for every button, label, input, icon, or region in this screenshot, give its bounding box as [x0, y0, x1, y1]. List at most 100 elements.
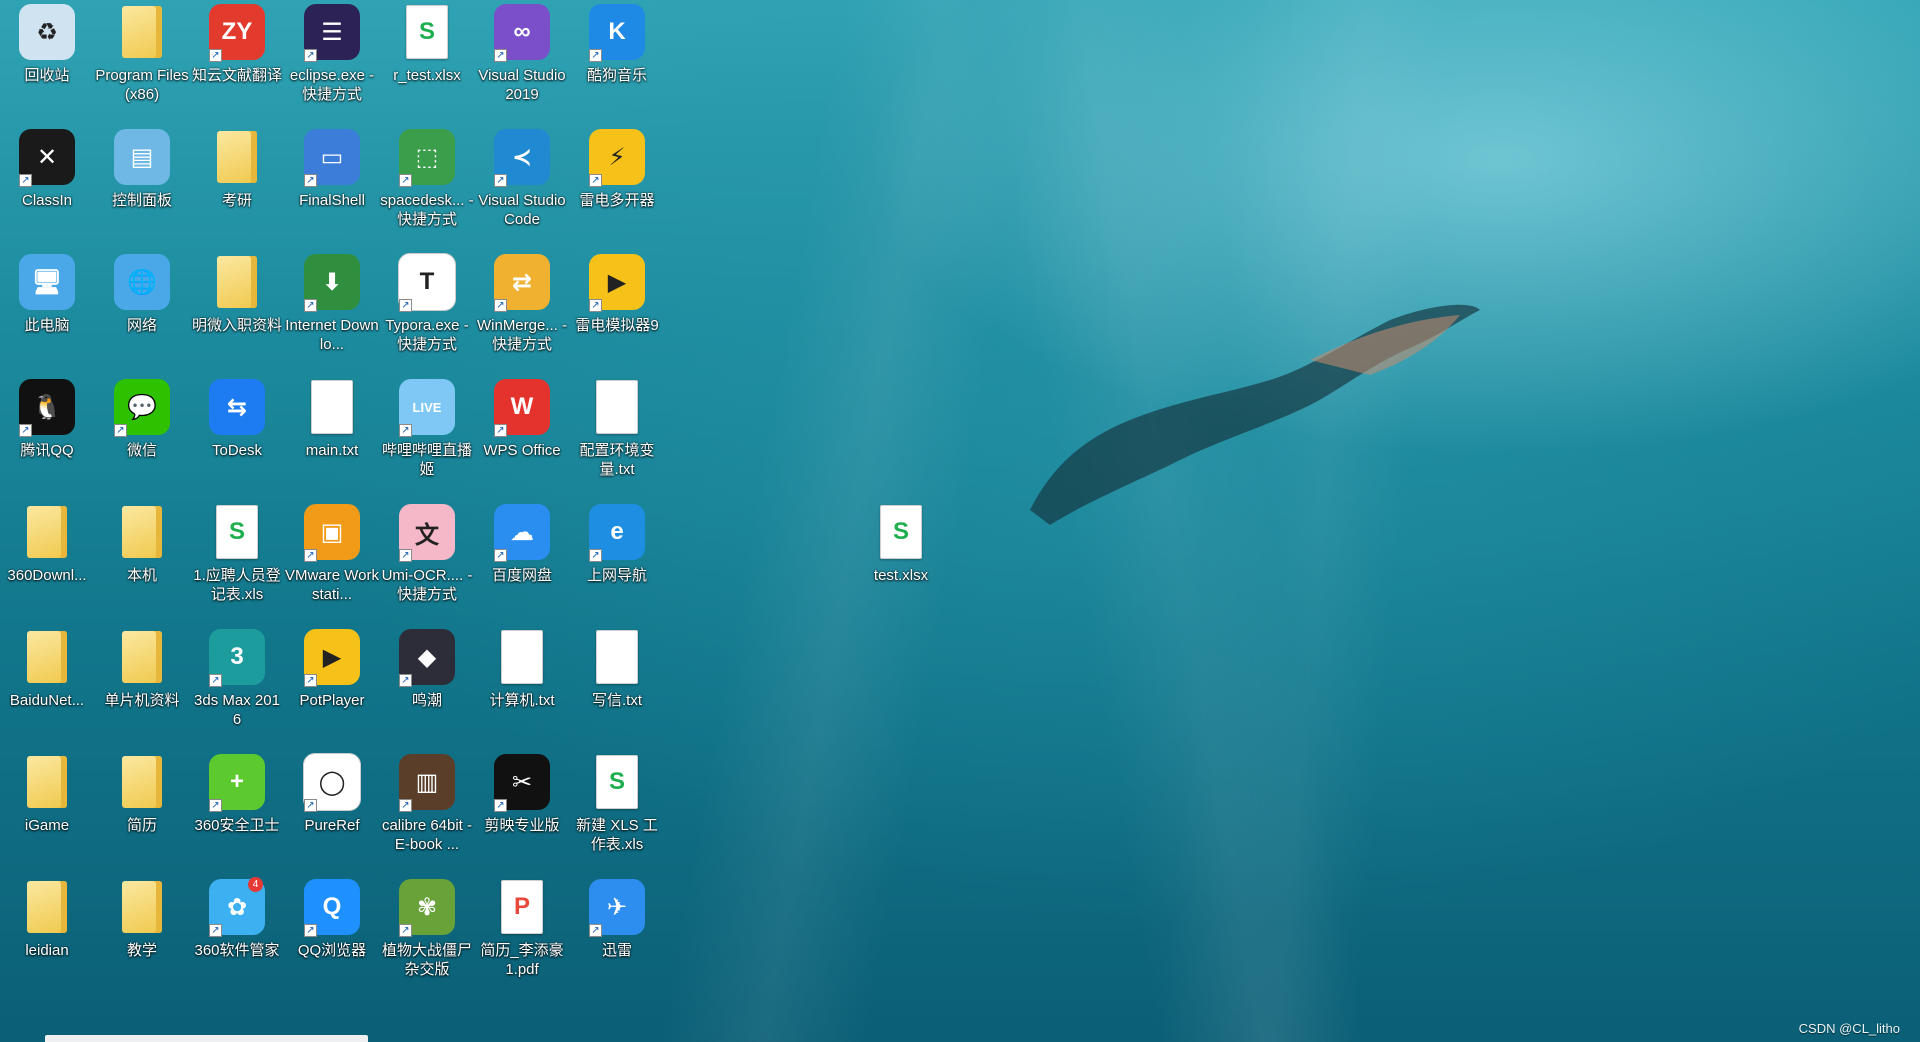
- desktop-icon-ld9[interactable]: ▶ ↗ 雷电模拟器9: [570, 250, 664, 370]
- desktop-icon-mingwei[interactable]: 明微入职资料: [190, 250, 284, 370]
- shortcut-arrow-icon: ↗: [399, 924, 412, 937]
- desktop-icon-control[interactable]: ▤ 控制面板: [95, 125, 189, 245]
- desktop-icon-spacedesk[interactable]: ⬚ ↗ spacedesk... - 快捷方式: [380, 125, 474, 245]
- desktop-icon-label: 回收站: [24, 67, 70, 84]
- wuthering-waves-icon: ◆ ↗: [397, 627, 457, 687]
- desktop-icon-jisuanji[interactable]: 计算机.txt: [475, 625, 569, 745]
- desktop-icon-s360[interactable]: + ↗ 360安全卫士: [190, 750, 284, 870]
- desktop-icon-label: 网络: [126, 317, 157, 334]
- desktop-icon-label: 计算机.txt: [489, 692, 555, 709]
- desktop-icon-jianli[interactable]: 简历: [95, 750, 189, 870]
- desktop-icon-newxls[interactable]: S 新建 XLS 工作表.xls: [570, 750, 664, 870]
- desktop-icon-progfiles[interactable]: Program Files (x86): [95, 0, 189, 120]
- spacedesk-icon: ⬚ ↗: [397, 127, 457, 187]
- shortcut-arrow-icon: ↗: [209, 49, 222, 62]
- desktop-icon-jiaoxue[interactable]: 教学: [95, 875, 189, 995]
- desktop-icon-vs2019[interactable]: ∞ ↗ Visual Studio 2019: [475, 0, 569, 120]
- desktop-icon-envtxt[interactable]: 配置环境变量.txt: [570, 375, 664, 495]
- qq-penguin-icon: 🐧 ↗: [17, 377, 77, 437]
- leidian-multi-icon: ⚡ ↗: [587, 127, 647, 187]
- desktop-icon-baidunet[interactable]: BaiduNet...: [0, 625, 94, 745]
- desktop-icon-qq[interactable]: 🐧 ↗ 腾讯QQ: [0, 375, 94, 495]
- desktop-icon-maintxt[interactable]: main.txt: [285, 375, 379, 495]
- desktop-icon-ldmulti[interactable]: ⚡ ↗ 雷电多开器: [570, 125, 664, 245]
- desktop-icon-dl360[interactable]: 360Downl...: [0, 500, 94, 620]
- shortcut-arrow-icon: ↗: [399, 674, 412, 687]
- desktop-icon-ie[interactable]: e ↗ 上网导航: [570, 500, 664, 620]
- folder-icon: [112, 752, 172, 812]
- desktop-icon-classin[interactable]: ✕ ↗ ClassIn: [0, 125, 94, 245]
- folder-icon: [17, 627, 77, 687]
- desktop-icon-label: 酷狗音乐: [586, 67, 647, 84]
- desktop-icon-mcu[interactable]: 单片机资料: [95, 625, 189, 745]
- network-icon: 🌐: [112, 252, 172, 312]
- desktop-icon-label: 腾讯QQ: [20, 442, 74, 459]
- desktop-icon-qqbrowser[interactable]: Q ↗ QQ浏览器: [285, 875, 379, 995]
- desktop-icon-kugou[interactable]: K ↗ 酷狗音乐: [570, 0, 664, 120]
- desktop-icon-todesk[interactable]: ⇆ ToDesk: [190, 375, 284, 495]
- desktop-icon-soft360[interactable]: ✿ 4 ↗ 360软件管家: [190, 875, 284, 995]
- desktop-icon-label: 植物大战僵尸杂交版: [381, 942, 472, 978]
- 360-safe-icon: + ↗: [207, 752, 267, 812]
- desktop-icon-pvz[interactable]: ✾ ↗ 植物大战僵尸杂交版: [380, 875, 474, 995]
- shortcut-arrow-icon: ↗: [304, 924, 317, 937]
- desktop-icon-leidian[interactable]: leidian: [0, 875, 94, 995]
- vmware-icon: ▣ ↗: [302, 502, 362, 562]
- desktop-icon-idm[interactable]: ⬇ ↗ Internet Downlo...: [285, 250, 379, 370]
- desktop-icon-mingchao[interactable]: ◆ ↗ 鸣潮: [380, 625, 474, 745]
- desktop-icon-vmware[interactable]: ▣ ↗ VMware Workstati...: [285, 500, 379, 620]
- desktop-icon-calibre[interactable]: ▥ ↗ calibre 64bit - E-book ...: [380, 750, 474, 870]
- desktop-icon-label: r_test.xlsx: [393, 67, 461, 84]
- desktop-icon-label: Program Files (x86): [95, 67, 189, 103]
- desktop-icon-typora[interactable]: T ↗ Typora.exe - 快捷方式: [380, 250, 474, 370]
- classin-icon: ✕ ↗: [17, 127, 77, 187]
- wallpaper-diver: [1030, 304, 1480, 525]
- desktop-icon-zhiyun[interactable]: ZY ↗ 知云文献翻译: [190, 0, 284, 120]
- desktop-icon-rtest[interactable]: Sr_test.xlsx: [380, 0, 474, 120]
- desktop-icon-pureref[interactable]: ◯ ↗ PureRef: [285, 750, 379, 870]
- desktop-icon-recruit[interactable]: S 1.应聘人员登记表.xls: [190, 500, 284, 620]
- shortcut-arrow-icon: ↗: [304, 549, 317, 562]
- desktop-icon-bilibili[interactable]: LIVE ↗ 哔哩哔哩直播姬: [380, 375, 474, 495]
- shortcut-arrow-icon: ↗: [399, 799, 412, 812]
- desktop-icon-jianying[interactable]: ✂ ↗ 剪映专业版: [475, 750, 569, 870]
- desktop-icon-potplayer[interactable]: ▶ ↗ PotPlayer: [285, 625, 379, 745]
- desktop-icon-label: ToDesk: [211, 442, 263, 459]
- taskbar-window-edge[interactable]: [45, 1035, 368, 1042]
- desktop-icon-finalshell[interactable]: ▭ ↗ FinalShell: [285, 125, 379, 245]
- desktop-icon-label: Typora.exe - 快捷方式: [385, 317, 469, 353]
- desktop-icon-wps[interactable]: W ↗ WPS Office: [475, 375, 569, 495]
- desktop-icon-eclipse[interactable]: ☰ ↗ eclipse.exe - 快捷方式: [285, 0, 379, 120]
- shortcut-arrow-icon: ↗: [494, 549, 507, 562]
- desktop-icon-vscode[interactable]: ≺ ↗ Visual Studio Code: [475, 125, 569, 245]
- zhiyun-icon: ZY ↗: [207, 2, 267, 62]
- desktop-icon-xunlei[interactable]: ✈ ↗ 迅雷: [570, 875, 664, 995]
- bilibili-live-icon: LIVE ↗: [397, 377, 457, 437]
- desktop-icon-benji[interactable]: 本机: [95, 500, 189, 620]
- desktop-icon-3dsmax[interactable]: 3 ↗ 3ds Max 2016: [190, 625, 284, 745]
- shortcut-arrow-icon: ↗: [589, 549, 602, 562]
- desktop-icon-testxlsx[interactable]: Stest.xlsx: [854, 500, 948, 620]
- desktop-icon-umiocr[interactable]: 文 ↗ Umi-OCR.... - 快捷方式: [380, 500, 474, 620]
- desktop-icon-wechat[interactable]: 💬 ↗ 微信: [95, 375, 189, 495]
- desktop-icon-label: 百度网盘: [491, 567, 552, 584]
- desktop-icon-thispc[interactable]: 🖥 此电脑: [0, 250, 94, 370]
- desktop-icon-label: 明微入职资料: [191, 317, 282, 334]
- xunlei-icon: ✈ ↗: [587, 877, 647, 937]
- text-file-icon: [492, 627, 552, 687]
- shortcut-arrow-icon: ↗: [19, 174, 32, 187]
- desktop-icon-winmerge[interactable]: ⇄ ↗ WinMerge... - 快捷方式: [475, 250, 569, 370]
- winmerge-icon: ⇄ ↗: [492, 252, 552, 312]
- folder-icon: [207, 127, 267, 187]
- desktop-icon-baidupan[interactable]: ☁ ↗ 百度网盘: [475, 500, 569, 620]
- desktop-icon-jianlipdf[interactable]: P 简历_李添豪1.pdf: [475, 875, 569, 995]
- watermark-text: CSDN @CL_litho: [1798, 1021, 1900, 1036]
- shortcut-arrow-icon: ↗: [304, 674, 317, 687]
- desktop-icon-kaoyan[interactable]: 考研: [190, 125, 284, 245]
- desktop-icon-xiexin[interactable]: 写信.txt: [570, 625, 664, 745]
- desktop-icon-recycle[interactable]: ♻ 回收站: [0, 0, 94, 120]
- desktop-icon-igame[interactable]: iGame: [0, 750, 94, 870]
- folder-icon: [112, 627, 172, 687]
- todesk-icon: ⇆: [207, 377, 267, 437]
- desktop-icon-network[interactable]: 🌐 网络: [95, 250, 189, 370]
